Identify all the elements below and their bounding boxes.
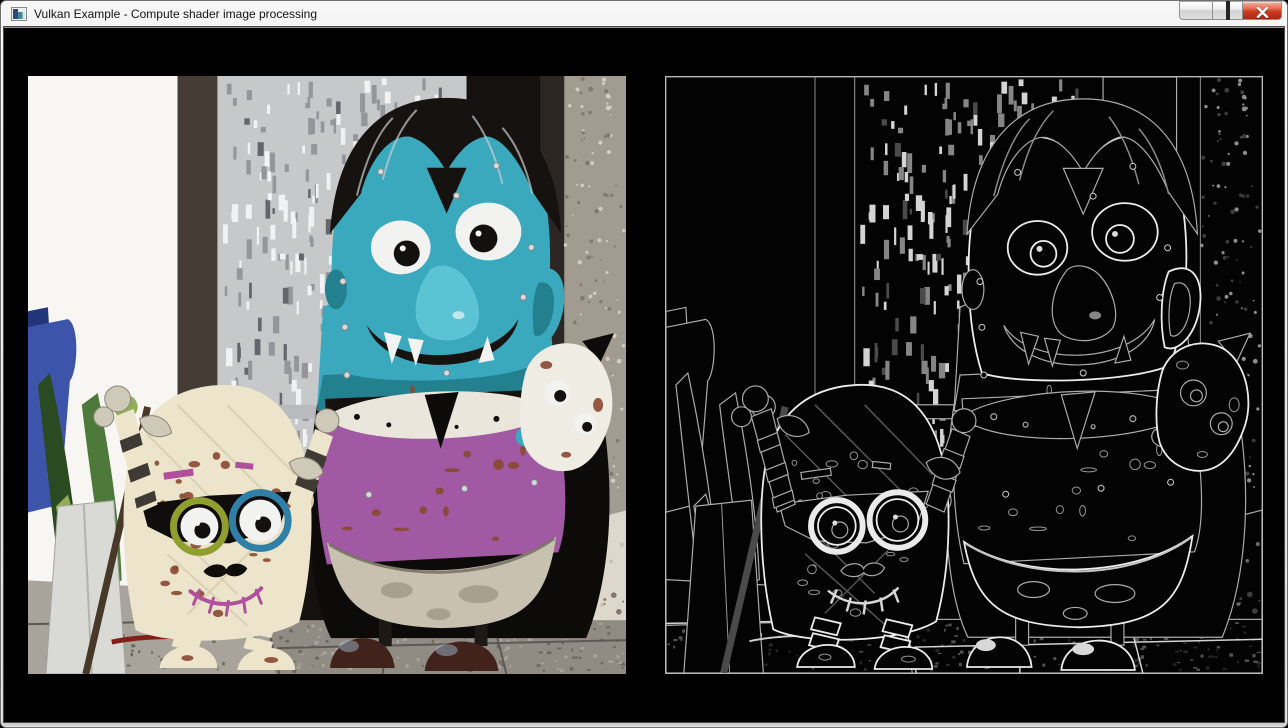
original-photo-image	[28, 76, 626, 674]
maximize-icon	[1226, 1, 1230, 20]
window-title: Vulkan Example - Compute shader image pr…	[34, 7, 317, 21]
close-icon	[1256, 7, 1269, 18]
close-button[interactable]	[1243, 1, 1282, 20]
edge-detected-image-panel	[665, 76, 1263, 674]
original-image-panel	[28, 76, 626, 674]
window-controls	[1179, 1, 1282, 20]
app-icon	[11, 6, 27, 22]
minimize-button[interactable]	[1179, 1, 1213, 20]
titlebar[interactable]: Vulkan Example - Compute shader image pr…	[1, 1, 1287, 27]
compute-shader-edge-output-image	[666, 77, 1262, 673]
vulkan-example-window: Vulkan Example - Compute shader image pr…	[0, 0, 1288, 728]
maximize-button[interactable]	[1213, 1, 1243, 20]
client-area	[4, 27, 1284, 722]
